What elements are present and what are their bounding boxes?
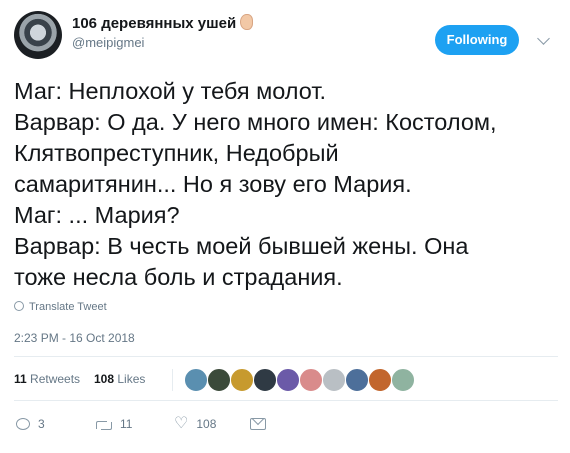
author-handle[interactable]: @meipigmei xyxy=(72,35,144,50)
retweet-icon xyxy=(96,419,112,430)
tweet-line: Варвар: О да. У него много имен: Костоло… xyxy=(14,109,497,135)
stats-separator xyxy=(172,369,173,391)
tweet-line: Маг: ... Мария? xyxy=(14,202,180,228)
tweet-line: тоже несла боль и страдания. xyxy=(14,264,343,290)
display-name[interactable]: 106 деревянных ушей xyxy=(72,15,236,32)
direct-message-button[interactable] xyxy=(250,414,266,434)
reply-button[interactable]: 3 xyxy=(16,414,45,434)
retweet-count: 11 xyxy=(120,417,133,431)
ear-icon xyxy=(240,14,254,30)
translate-label[interactable]: Translate Tweet xyxy=(29,301,107,313)
tweet-line: Клятвопреступник, Недобрый xyxy=(14,140,339,166)
chevron-down-icon[interactable] xyxy=(537,32,550,45)
divider xyxy=(14,356,558,357)
reply-icon xyxy=(16,418,30,430)
liker-avatar[interactable] xyxy=(322,368,346,392)
likes-stat[interactable]: 108 Likes xyxy=(94,372,145,386)
tweet-text: Маг: Неплохой у тебя молот. Варвар: О да… xyxy=(14,76,559,293)
following-button[interactable]: Following xyxy=(435,25,519,55)
liker-avatar[interactable] xyxy=(368,368,392,392)
heart-icon: ♡ xyxy=(174,415,189,432)
like-count: 108 xyxy=(196,417,217,431)
liker-avatar[interactable] xyxy=(230,368,254,392)
globe-icon xyxy=(14,301,24,311)
divider xyxy=(14,400,558,401)
tweet-line: Варвар: В честь моей бывшей жены. Она xyxy=(14,233,469,259)
retweet-button[interactable]: 11 xyxy=(96,414,132,434)
liker-avatar[interactable] xyxy=(253,368,277,392)
tweet-line: самаритянин... Но я зову его Мария. xyxy=(14,171,412,197)
envelope-icon xyxy=(250,418,266,430)
liker-avatar[interactable] xyxy=(184,368,208,392)
tweet-timestamp[interactable]: 2:23 PM - 16 Oct 2018 xyxy=(14,331,135,345)
retweets-label: Retweets xyxy=(30,372,81,386)
likes-count: 108 xyxy=(94,372,115,386)
liker-avatar[interactable] xyxy=(391,368,415,392)
like-button[interactable]: ♡ 108 xyxy=(174,414,216,434)
retweets-count: 11 xyxy=(14,372,27,386)
likes-label: Likes xyxy=(117,372,146,386)
retweets-stat[interactable]: 11 Retweets xyxy=(14,372,80,386)
tweet-line: Маг: Неплохой у тебя молот. xyxy=(14,78,327,104)
liker-avatar[interactable] xyxy=(276,368,300,392)
reply-count: 3 xyxy=(38,417,45,431)
liker-avatar[interactable] xyxy=(345,368,369,392)
liker-avatar[interactable] xyxy=(299,368,323,392)
avatar[interactable] xyxy=(14,11,62,59)
author-name[interactable]: 106 деревянных ушей xyxy=(72,14,254,32)
tweet-header: 106 деревянных ушей @meipigmei Following xyxy=(14,10,556,60)
liker-avatar[interactable] xyxy=(207,368,231,392)
translate-tweet-link[interactable]: Translate Tweet xyxy=(14,301,107,313)
